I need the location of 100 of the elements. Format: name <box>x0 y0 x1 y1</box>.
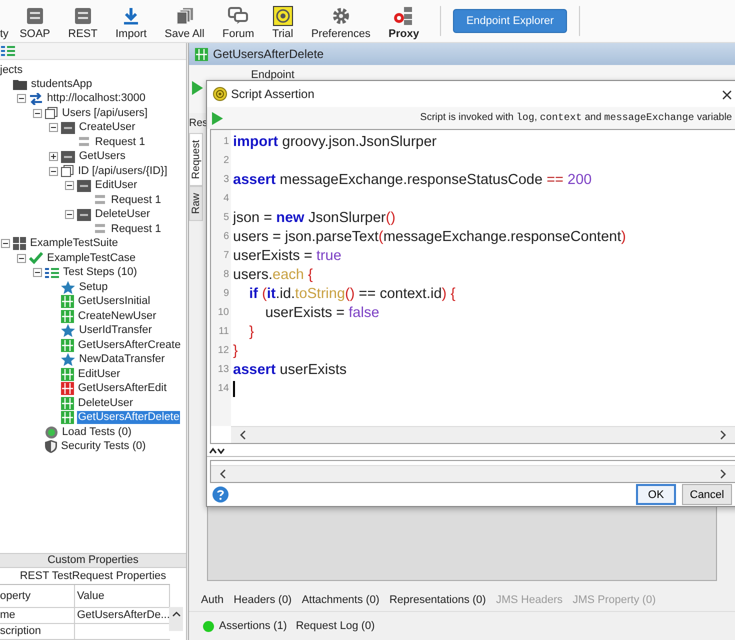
tree-toggle-icon[interactable] <box>17 94 26 104</box>
document-icon[interactable] <box>74 7 92 25</box>
tree-toggle-icon[interactable] <box>49 152 58 162</box>
tree-item[interactable]: CreateNewUser <box>77 310 158 323</box>
tree-item[interactable]: Request 1 <box>94 136 146 149</box>
dialog-button[interactable]: OK <box>636 484 676 505</box>
exchange-arrows-icon <box>29 92 43 105</box>
badge-icon[interactable] <box>272 6 293 26</box>
tree-item[interactable]: DeleteUser <box>94 208 152 222</box>
tree-item[interactable]: Security Tests (0) <box>60 440 147 454</box>
list-icon[interactable] <box>1 46 15 56</box>
vertical-scrollbar[interactable] <box>169 607 183 631</box>
tree-item[interactable]: EditUser <box>94 179 138 192</box>
star-icon <box>61 353 75 366</box>
tree-item[interactable]: ExampleTestSuite <box>29 237 120 250</box>
endpoint-explorer-button[interactable]: Endpoint Explorer <box>453 9 568 33</box>
settings-icon[interactable] <box>332 7 350 25</box>
help-icon[interactable] <box>212 486 229 503</box>
tree-toggle-icon[interactable] <box>17 254 26 263</box>
tree-toggle-icon[interactable] <box>33 108 42 118</box>
property-tab[interactable]: Attachments (0) <box>302 594 380 606</box>
horizontal-scrollbar[interactable] <box>231 426 735 443</box>
play-icon[interactable] <box>192 81 203 95</box>
close-icon[interactable] <box>722 90 732 100</box>
line-number: 10 <box>216 307 230 318</box>
tree-toggle-icon[interactable] <box>49 123 58 132</box>
line-number: 11 <box>218 326 230 337</box>
proxy-icon[interactable] <box>392 6 415 26</box>
tree-toggle-icon[interactable] <box>65 181 74 190</box>
tree-item[interactable]: http://localhost:3000 <box>46 92 146 106</box>
tree-item[interactable]: studentsApp <box>30 78 94 91</box>
dialog-button[interactable]: Cancel <box>682 484 732 505</box>
document-icon[interactable] <box>26 7 44 25</box>
download-arrow-icon[interactable] <box>122 7 140 25</box>
toolbar-label[interactable]: Proxy <box>388 28 420 40</box>
play-icon[interactable] <box>212 112 223 124</box>
tree-item[interactable]: Setup <box>78 280 109 294</box>
tree-item[interactable]: NewDataTransfer <box>78 353 166 366</box>
tree-toggle-icon[interactable] <box>33 268 42 278</box>
list-icon <box>45 268 59 278</box>
scroll-left-icon[interactable] <box>239 430 247 440</box>
toolbar-label[interactable]: Import <box>115 28 147 40</box>
property-tab[interactable]: Auth <box>201 594 224 606</box>
tree-item[interactable]: GetUsers <box>78 150 126 164</box>
toolbar-label[interactable]: ty <box>0 28 9 40</box>
scroll-up-icon[interactable] <box>172 611 180 617</box>
tree-item[interactable]: ID [/api/users/{ID}] <box>77 164 168 178</box>
scroll-left-icon[interactable] <box>219 469 227 479</box>
test-step-icon <box>61 295 74 308</box>
tree-item[interactable]: Test Steps (10) <box>62 266 138 280</box>
test-step-icon <box>61 368 74 381</box>
log-tab[interactable]: Request Log (0) <box>296 620 375 632</box>
speech-bubbles-icon[interactable] <box>228 7 248 25</box>
tree-item[interactable]: Request 1 <box>110 222 162 236</box>
tree-item[interactable]: GetUsersInitial <box>77 295 152 308</box>
toolbar-label[interactable]: Save All <box>164 28 204 40</box>
code-line: users = json.parseText(messageExchange.responseContent) <box>233 228 626 244</box>
tree-item[interactable]: Request 1 <box>110 194 162 207</box>
tree-item[interactable]: GetUsersAfterEdit <box>77 382 168 396</box>
tree-toggle-icon[interactable] <box>1 239 10 248</box>
line-number: 1 <box>222 136 230 147</box>
scroll-right-icon[interactable] <box>719 469 727 479</box>
side-tab[interactable]: Request <box>189 133 203 186</box>
tree-item[interactable]: GetUsersAfterCreate <box>77 338 182 352</box>
test-step-icon <box>61 396 74 410</box>
tree-item[interactable]: Load Tests (0) <box>61 426 133 439</box>
code-line: userExists = true <box>233 248 342 264</box>
toolbar-label[interactable]: Preferences <box>311 28 370 40</box>
log-tab[interactable]: Assertions (1) <box>219 620 287 632</box>
line-number: 4 <box>222 193 230 204</box>
method-badge-icon <box>61 122 75 134</box>
tree-item[interactable]: ExampleTestCase <box>46 252 137 265</box>
property-tab[interactable]: Representations (0) <box>389 594 486 606</box>
tree-item[interactable]: UserIdTransfer <box>78 324 153 338</box>
code-line: if (it.id.toString() == context.id) { <box>248 286 456 302</box>
pages-icon <box>45 107 58 120</box>
pages-icon[interactable] <box>176 7 194 25</box>
scroll-right-icon[interactable] <box>719 430 727 440</box>
panel-subtitle: REST TestRequest Properties <box>18 569 168 584</box>
toolbar-label[interactable]: Trial <box>272 28 294 40</box>
side-tab[interactable]: Raw <box>189 186 203 222</box>
line-number: 13 <box>216 364 230 375</box>
tree-item[interactable]: Users [/api/users] <box>61 106 149 120</box>
table-cell: me <box>0 608 75 623</box>
toolbar-label[interactable]: REST <box>68 28 98 40</box>
splitter-arrows-icon[interactable] <box>209 446 225 454</box>
tree-root-label[interactable]: jects <box>0 64 23 76</box>
tree-item[interactable]: GetUsersAfterDelete <box>77 411 180 424</box>
column-header: Value <box>75 585 170 607</box>
property-tab[interactable]: Headers (0) <box>234 594 292 606</box>
horizontal-scrollbar[interactable] <box>211 465 735 482</box>
tree-toggle-icon[interactable] <box>49 166 58 176</box>
toolbar-label[interactable]: Forum <box>222 28 254 40</box>
toolbar-label[interactable]: SOAP <box>20 28 50 40</box>
tree-item[interactable]: CreateUser <box>78 121 136 134</box>
tree-toggle-icon[interactable] <box>65 210 74 220</box>
tree-item[interactable]: EditUser <box>77 368 122 381</box>
line-number: 14 <box>216 383 230 394</box>
tree-item[interactable]: DeleteUser <box>77 396 134 410</box>
code-line: import groovy.json.JsonSlurper <box>233 134 437 150</box>
